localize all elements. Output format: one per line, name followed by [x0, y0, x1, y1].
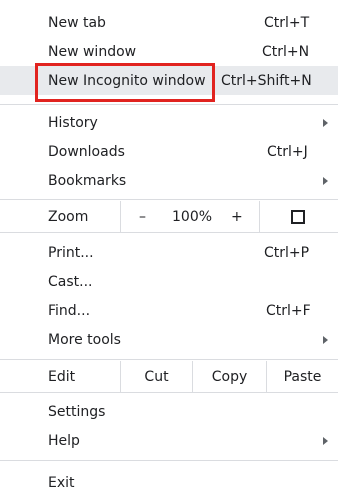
menu-item-bookmarks[interactable]: Bookmarks [0, 166, 338, 195]
menu-item-cast[interactable]: Cast... [0, 267, 338, 296]
menu-item-more-tools[interactable]: More tools [0, 325, 338, 354]
paste-label: Paste [283, 368, 322, 385]
menu-item-help[interactable]: Help [0, 426, 338, 455]
submenu-arrow-icon [323, 335, 328, 344]
zoom-label: Zoom [48, 208, 89, 225]
menu-item-history[interactable]: History [0, 108, 338, 137]
chrome-main-menu: New tab Ctrl+T New window Ctrl+N New Inc… [0, 0, 338, 500]
menu-item-settings[interactable]: Settings [0, 397, 338, 426]
paste-button[interactable]: Paste [266, 361, 338, 392]
more-tools-label: More tools [48, 331, 121, 348]
separator [0, 392, 338, 393]
downloads-label: Downloads [48, 143, 125, 160]
separator [0, 359, 338, 360]
highlight-annotation-box [35, 63, 215, 102]
downloads-shortcut: Ctrl+J [267, 143, 308, 160]
submenu-arrow-icon [323, 118, 328, 127]
fullscreen-icon[interactable] [291, 209, 305, 224]
menu-item-print[interactable]: Print... Ctrl+P [0, 238, 338, 267]
exit-label: Exit [48, 474, 75, 491]
menu-item-downloads[interactable]: Downloads Ctrl+J [0, 137, 338, 166]
menu-item-exit[interactable]: Exit [0, 468, 338, 497]
new-window-label: New window [48, 43, 137, 60]
menu-item-find[interactable]: Find... Ctrl+F [0, 296, 338, 325]
history-label: History [48, 114, 98, 131]
print-label: Print... [48, 244, 94, 261]
find-shortcut: Ctrl+F [266, 302, 311, 319]
zoom-in-button[interactable]: + [231, 209, 243, 225]
new-incognito-shortcut: Ctrl+Shift+N [221, 72, 312, 89]
cast-label: Cast... [48, 273, 93, 290]
print-shortcut: Ctrl+P [264, 244, 310, 261]
separator [0, 460, 338, 461]
new-window-shortcut: Ctrl+N [262, 43, 310, 60]
copy-button[interactable]: Copy [192, 361, 266, 392]
cut-button[interactable]: Cut [120, 361, 192, 392]
separator [0, 104, 338, 105]
menu-item-new-window[interactable]: New window Ctrl+N [0, 37, 338, 66]
help-label: Help [48, 432, 80, 449]
menu-item-new-tab[interactable]: New tab Ctrl+T [0, 8, 338, 37]
zoom-row: Zoom – 100% + [0, 201, 338, 232]
copy-label: Copy [211, 368, 248, 385]
bookmarks-label: Bookmarks [48, 172, 127, 189]
edit-label: Edit [48, 368, 76, 385]
new-tab-shortcut: Ctrl+T [264, 14, 310, 31]
settings-label: Settings [48, 403, 106, 420]
zoom-out-button[interactable]: – [139, 209, 146, 225]
cut-label: Cut [144, 368, 169, 385]
new-tab-label: New tab [48, 14, 106, 31]
edit-row: Edit Cut Copy Paste [0, 361, 338, 392]
separator [0, 232, 338, 233]
submenu-arrow-icon [323, 176, 328, 185]
find-label: Find... [48, 302, 91, 319]
submenu-arrow-icon [323, 436, 328, 445]
zoom-level: 100% [172, 208, 213, 225]
separator [0, 199, 338, 200]
